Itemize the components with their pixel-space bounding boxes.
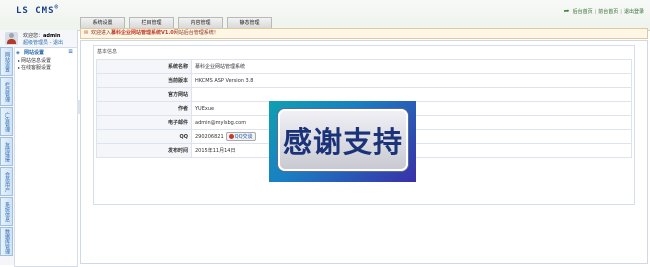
tab-content-management[interactable]: 内容管理 (178, 17, 223, 28)
tab-system-settings[interactable]: 系统设置 (80, 17, 125, 28)
row-label: 系统名称 (96, 59, 192, 74)
menu-square-icon: ◈ (16, 50, 20, 56)
menu-panel: ◈ 网站设置 ≡ ▸网站信息设置 ▸在线客服设置 (14, 47, 78, 267)
vtab-database[interactable]: 数据库管理 (0, 227, 13, 256)
separator: | (594, 8, 597, 15)
logo-registered-mark: ® (54, 4, 60, 11)
bell-icon: ✉ (84, 30, 89, 36)
notice-text: 欢迎进入慕科企业网站管理系统V1.0网站后台管理系统！ (91, 29, 219, 38)
vtab-ad-management[interactable]: 广告管理 (0, 107, 13, 136)
vertical-tabs: 网站设置 栏目管理 广告管理 友情链接 会员用户 系统信息 数据库管理 (0, 47, 13, 257)
menu-item-online-service[interactable]: ▸在线客服设置 (18, 64, 51, 71)
arrow-icon: ▸ (18, 65, 21, 70)
row-label: 官方网站 (96, 87, 192, 102)
row-label: 当前版本 (96, 73, 192, 88)
logo: LS CMS® (16, 4, 59, 16)
site-home-link[interactable]: 前台首页 (598, 8, 618, 15)
tab-static-management[interactable]: 静态管理 (227, 17, 272, 28)
row-label: QQ (96, 129, 192, 144)
qq-chat-button[interactable]: QQ交谈 (225, 132, 256, 141)
vtab-column-management[interactable]: 栏目管理 (0, 77, 13, 106)
notice-highlight: 慕科企业网站管理系统V1.0 (111, 30, 174, 36)
welcome-text: 欢迎您：admin (23, 32, 60, 39)
separator: | (620, 8, 622, 15)
user-box: 欢迎您：admin 超级管理员 - 退出 (0, 30, 77, 47)
notice-suffix: 网站后台管理系统！ (173, 30, 219, 36)
main-tabs: 系统设置 栏目管理 内容管理 静态管理 (80, 17, 272, 28)
thanks-overlay: 感谢支持 (269, 101, 416, 182)
tab-column-management[interactable]: 栏目管理 (129, 17, 174, 28)
qq-penguin-icon (228, 134, 234, 139)
admin-home-link[interactable]: 后台首页 (573, 8, 593, 15)
row-label: 电子邮件 (96, 115, 192, 130)
logout-link[interactable]: 退出登录 (624, 8, 644, 15)
user-role-links[interactable]: 超级管理员 - 退出 (23, 39, 63, 46)
table-row: 当前版本 HKCMS ASP Version 3.8 (96, 73, 632, 88)
qq-number: 290206821 (195, 134, 224, 140)
qq-chat-label: QQ交谈 (234, 134, 253, 140)
top-links: ➦ 后台首页 | 前台首页 | 退出登录 (563, 7, 644, 16)
vtab-friend-links[interactable]: 友情链接 (0, 137, 13, 166)
home-icon: ➦ (563, 7, 570, 15)
sidebar: 欢迎您：admin 超级管理员 - 退出 网站设置 栏目管理 广告管理 友情链接… (0, 30, 78, 267)
arrow-icon: ▸ (18, 58, 21, 63)
notice-prefix: 欢迎进入 (91, 30, 112, 36)
table-row: 官方网站 (96, 87, 632, 102)
top-header: LS CMS® ➦ 后台首页 | 前台首页 | 退出登录 系统设置 栏目管理 内… (0, 0, 650, 31)
row-label: 作者 (96, 101, 192, 116)
welcome-notice: ✉ 欢迎进入慕科企业网站管理系统V1.0网站后台管理系统！ (80, 28, 648, 39)
row-value: HKCMS ASP Version 3.8 (191, 73, 632, 88)
collapse-icon[interactable]: ≡ (68, 48, 73, 55)
logo-text: LS CMS (16, 6, 55, 16)
row-value: 慕科企业网站管理系统 (191, 59, 632, 74)
vtab-system-info[interactable]: 系统信息 (0, 197, 13, 226)
panel-title: 基本信息 (97, 49, 118, 55)
menu-header[interactable]: ◈ 网站设置 ≡ (15, 48, 77, 56)
menu-title: 网站设置 (24, 50, 45, 56)
avatar (5, 32, 18, 45)
vtab-site-settings[interactable]: 网站设置 (0, 47, 13, 76)
menu-item-label: 在线客服设置 (21, 65, 52, 71)
thanks-card: 感谢支持 (278, 109, 408, 171)
vtab-members[interactable]: 会员用户 (0, 167, 13, 196)
menu-item-site-info[interactable]: ▸网站信息设置 (18, 57, 51, 64)
row-label: 发布时间 (96, 143, 192, 158)
table-row: 系统名称 慕科企业网站管理系统 (96, 59, 632, 74)
row-value (191, 87, 632, 102)
thanks-text: 感谢支持 (282, 125, 403, 159)
